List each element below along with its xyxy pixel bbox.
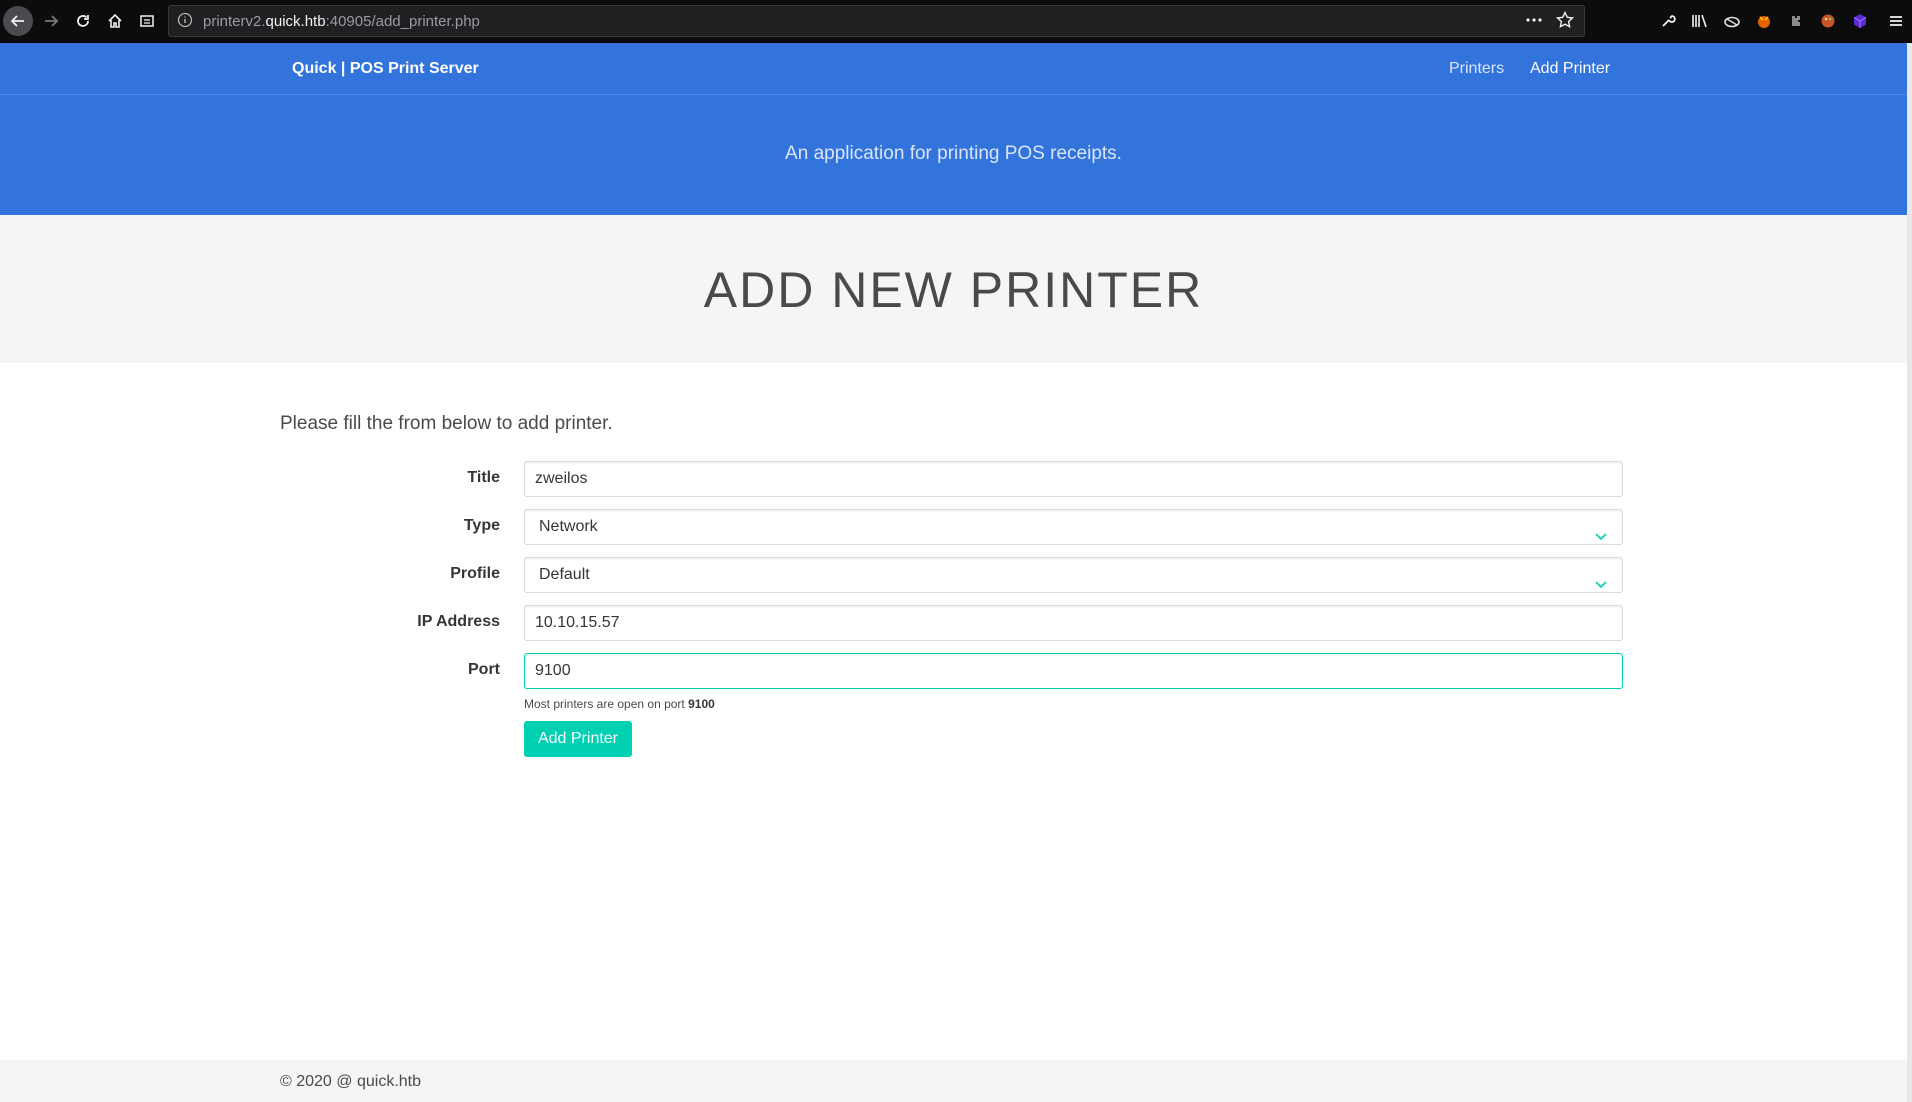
bookmark-star-icon[interactable]: [1555, 10, 1575, 33]
ip-address-label: IP Address: [417, 613, 500, 630]
arrow-right-icon: [45, 15, 59, 27]
extension-cube-icon[interactable]: [1848, 9, 1872, 33]
type-label: Type: [463, 517, 500, 534]
hero-banner: An application for printing POS receipts…: [0, 95, 1907, 215]
hamburger-menu-icon[interactable]: [1884, 9, 1908, 33]
info-icon[interactable]: [177, 12, 193, 32]
title-input[interactable]: zweilos: [524, 461, 1623, 497]
arrow-left-icon: [10, 15, 24, 27]
extension-cloud-icon[interactable]: [1720, 9, 1744, 33]
footer-copyright: © 2020 @ quick.htb: [280, 1073, 421, 1090]
back-button[interactable]: [3, 6, 33, 36]
home-button[interactable]: [100, 6, 130, 36]
profile-select-value: Default: [539, 566, 590, 583]
port-help-value: 9100: [688, 697, 715, 711]
more-actions-icon[interactable]: [1524, 12, 1544, 32]
url-bar[interactable]: printerv2.quick.htb:40905/add_printer.ph…: [168, 5, 1585, 37]
nav-link-add-printer[interactable]: Add Printer: [1530, 60, 1610, 78]
profile-select[interactable]: Default: [524, 557, 1623, 593]
wrench-icon[interactable]: [1656, 9, 1680, 33]
profile-label: Profile: [450, 565, 500, 582]
extension-fox-icon[interactable]: [1752, 9, 1776, 33]
home-icon: [108, 13, 122, 28]
reload-icon: [77, 15, 89, 27]
add-printer-button[interactable]: Add Printer: [524, 721, 632, 757]
library-icon[interactable]: [1688, 9, 1712, 33]
url-text: printerv2.quick.htb:40905/add_printer.ph…: [203, 13, 480, 30]
chevron-down-icon: [1594, 569, 1608, 603]
port-label: Port: [468, 661, 500, 678]
reader-view-button[interactable]: [132, 6, 162, 36]
nav-link-printers[interactable]: Printers: [1449, 60, 1504, 78]
footer: © 2020 @ quick.htb: [0, 1060, 1907, 1102]
forward-button[interactable]: [36, 6, 66, 36]
page-header: ADD NEW PRINTER: [0, 215, 1907, 363]
extension-palette-icon[interactable]: [1816, 9, 1840, 33]
reload-button[interactable]: [68, 6, 98, 36]
hero-subtitle: An application for printing POS receipts…: [785, 143, 1122, 164]
reader-icon: [140, 15, 154, 27]
extension-puzzle-icon[interactable]: [1784, 9, 1808, 33]
port-help-text: Most printers are open on port 9100: [524, 697, 715, 711]
page-scrollbar[interactable]: [1907, 43, 1912, 1102]
browser-toolbar: printerv2.quick.htb:40905/add_printer.ph…: [0, 0, 1912, 43]
title-label: Title: [467, 469, 500, 486]
type-select-value: Network: [539, 518, 598, 535]
brand-link[interactable]: Quick | POS Print Server: [292, 60, 479, 78]
page-title: ADD NEW PRINTER: [703, 262, 1204, 318]
form-intro: Please fill the from below to add printe…: [280, 413, 613, 434]
site-navbar: Quick | POS Print Server Printers Add Pr…: [0, 43, 1907, 95]
port-input[interactable]: 9100: [524, 653, 1623, 689]
type-select[interactable]: Network: [524, 509, 1623, 545]
ip-address-input[interactable]: 10.10.15.57: [524, 605, 1623, 641]
chevron-down-icon: [1594, 521, 1608, 555]
